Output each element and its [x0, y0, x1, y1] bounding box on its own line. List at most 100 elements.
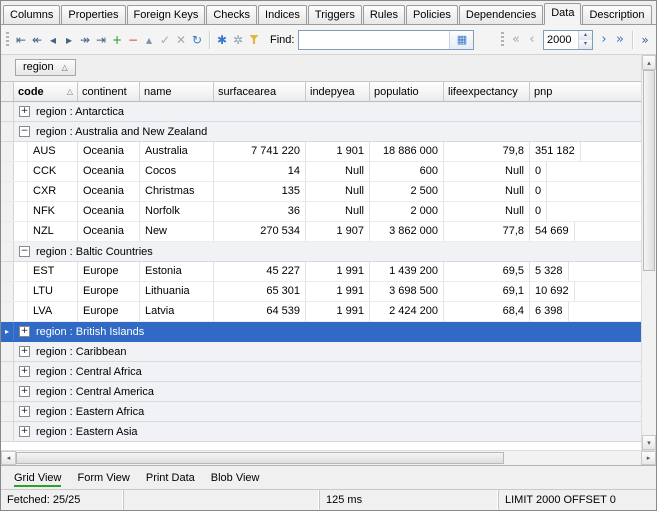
tab-columns[interactable]: Columns — [3, 5, 60, 24]
horizontal-scroll-track[interactable] — [16, 451, 641, 465]
group-row[interactable]: −region : Baltic Countries — [1, 242, 641, 262]
toolbar-overflow-button[interactable]: » — [637, 30, 653, 50]
expand-icon[interactable]: + — [19, 366, 30, 377]
group-indent — [14, 262, 28, 281]
group-row[interactable]: +region : Central America — [1, 382, 641, 402]
record-limit-input[interactable] — [544, 31, 578, 49]
vertical-scroll-thumb[interactable] — [643, 70, 655, 271]
delete-record-button[interactable]: − — [125, 30, 141, 50]
data-row[interactable]: LVAEuropeLatvia64 5391 9912 424 20068,46… — [1, 302, 641, 322]
vertical-scroll-track[interactable] — [642, 70, 656, 435]
data-row[interactable]: CCKOceaniaCocos14Null600Null0 — [1, 162, 641, 182]
expand-icon[interactable]: + — [19, 386, 30, 397]
prior-page-button[interactable]: ↞ — [29, 30, 45, 50]
filter-button[interactable] — [246, 30, 262, 50]
group-row[interactable]: −region : Australia and New Zealand — [1, 122, 641, 142]
post-edit-button[interactable]: ✓ — [157, 30, 173, 50]
data-row[interactable]: LTUEuropeLithuania65 3011 9913 698 50069… — [1, 282, 641, 302]
group-row[interactable]: + region : Antarctica — [1, 102, 641, 122]
column-header-label: lifeexpectancy — [448, 86, 518, 98]
column-header-pnp[interactable]: pnp — [530, 82, 641, 101]
scroll-down-icon[interactable]: ▾ — [642, 435, 656, 450]
view-tab-grid-view[interactable]: Grid View — [6, 469, 69, 487]
group-row[interactable]: +region : Eastern Asia — [1, 422, 641, 442]
insert-record-button[interactable]: + — [109, 30, 125, 50]
find-input[interactable] — [299, 31, 449, 49]
expand-icon[interactable]: + — [19, 106, 30, 117]
column-header-name[interactable]: name — [140, 82, 214, 101]
view-tab-form-view[interactable]: Form View — [69, 469, 137, 487]
cancel-edit-button[interactable]: ✕ — [173, 30, 189, 50]
locate-button[interactable]: ✲ — [230, 30, 246, 50]
expand-icon[interactable]: + — [19, 406, 30, 417]
row-indicator — [1, 142, 14, 161]
vertical-scrollbar[interactable]: ▴ ▾ — [641, 55, 656, 450]
locate-icon: ✲ — [233, 34, 243, 46]
column-header-code[interactable]: code△ — [14, 82, 78, 101]
show-all-button[interactable]: ✱ — [214, 30, 230, 50]
spin-up-icon[interactable]: ▴ — [579, 31, 592, 40]
tab-indices[interactable]: Indices — [258, 5, 307, 24]
group-label: region : Antarctica — [36, 106, 124, 118]
group-row[interactable]: +region : Central Africa — [1, 362, 641, 382]
last-record-button[interactable]: ⇥ — [93, 30, 109, 50]
column-header-lifeexpectancy[interactable]: lifeexpectancy — [444, 82, 530, 101]
tab-dependencies[interactable]: Dependencies — [459, 5, 543, 24]
edit-record-button[interactable]: ▴ — [141, 30, 157, 50]
column-header-surfacearea[interactable]: surfacearea — [214, 82, 306, 101]
refresh-button[interactable]: ↻ — [189, 30, 205, 50]
group-row[interactable]: +region : Eastern Africa — [1, 402, 641, 422]
expand-icon[interactable]: + — [19, 326, 30, 337]
spin-down-icon[interactable]: ▾ — [579, 40, 592, 49]
tab-rules[interactable]: Rules — [363, 5, 405, 24]
expand-icon[interactable]: + — [19, 346, 30, 357]
horizontal-scroll-thumb[interactable] — [16, 452, 504, 464]
cell-pnp: 0 — [530, 202, 547, 221]
group-indent — [14, 162, 28, 181]
data-row[interactable]: AUSOceaniaAustralia7 741 2201 90118 886 … — [1, 142, 641, 162]
scroll-up-icon[interactable]: ▴ — [642, 55, 656, 70]
group-row[interactable]: ▸+region : British Islands — [1, 322, 641, 342]
toolbar-grip[interactable] — [6, 32, 9, 48]
next-page-button[interactable]: ↠ — [77, 30, 93, 50]
prior-page-set-button[interactable]: ‹ — [524, 30, 540, 50]
column-header-indepyea[interactable]: indepyea — [306, 82, 370, 101]
horizontal-scrollbar[interactable]: ◂ ▸ — [1, 450, 656, 465]
paging-toolbar-grip[interactable] — [501, 32, 504, 48]
data-row[interactable]: ESTEuropeEstonia45 2271 9911 439 20069,5… — [1, 262, 641, 282]
view-tab-print-data[interactable]: Print Data — [138, 469, 203, 487]
last-page-button[interactable]: » — [612, 30, 628, 50]
next-page-icon: ↠ — [80, 34, 90, 46]
tab-triggers[interactable]: Triggers — [308, 5, 362, 24]
next-record-button[interactable]: ▸ — [61, 30, 77, 50]
view-tab-blob-view[interactable]: Blob View — [203, 469, 268, 487]
collapse-icon[interactable]: − — [19, 126, 30, 137]
scroll-right-icon[interactable]: ▸ — [641, 451, 656, 465]
data-row[interactable]: CXROceaniaChristmas135Null2 500Null0 — [1, 182, 641, 202]
tab-description[interactable]: Description — [582, 5, 651, 24]
scroll-left-icon[interactable]: ◂ — [1, 451, 16, 465]
first-record-button[interactable]: ⇤ — [13, 30, 29, 50]
column-header-label: name — [144, 86, 172, 98]
find-options-button[interactable]: ▦ — [449, 31, 473, 49]
expand-icon[interactable]: + — [19, 426, 30, 437]
cell-indepyea: 1 901 — [306, 142, 370, 161]
collapse-icon[interactable]: − — [19, 246, 30, 257]
prior-page-icon: ↞ — [32, 34, 42, 46]
data-row[interactable]: NZLOceaniaNew270 5341 9073 862 00077,854… — [1, 222, 641, 242]
group-row[interactable]: +region : Caribbean — [1, 342, 641, 362]
tab-foreign-keys[interactable]: Foreign Keys — [127, 5, 206, 24]
column-header-continent[interactable]: continent — [78, 82, 140, 101]
group-field-chip[interactable]: region △ — [15, 59, 76, 76]
prior-record-button[interactable]: ◂ — [45, 30, 61, 50]
tab-properties[interactable]: Properties — [61, 5, 125, 24]
tab-data[interactable]: Data — [544, 3, 581, 25]
first-page-button[interactable]: « — [508, 30, 524, 50]
filter-funnel-icon — [250, 35, 259, 44]
column-header-populatio[interactable]: populatio — [370, 82, 444, 101]
cell-code: EST — [28, 262, 78, 281]
data-row[interactable]: NFKOceaniaNorfolk36Null2 000Null0 — [1, 202, 641, 222]
next-page-set-button[interactable]: › — [596, 30, 612, 50]
tab-policies[interactable]: Policies — [406, 5, 458, 24]
tab-checks[interactable]: Checks — [206, 5, 257, 24]
